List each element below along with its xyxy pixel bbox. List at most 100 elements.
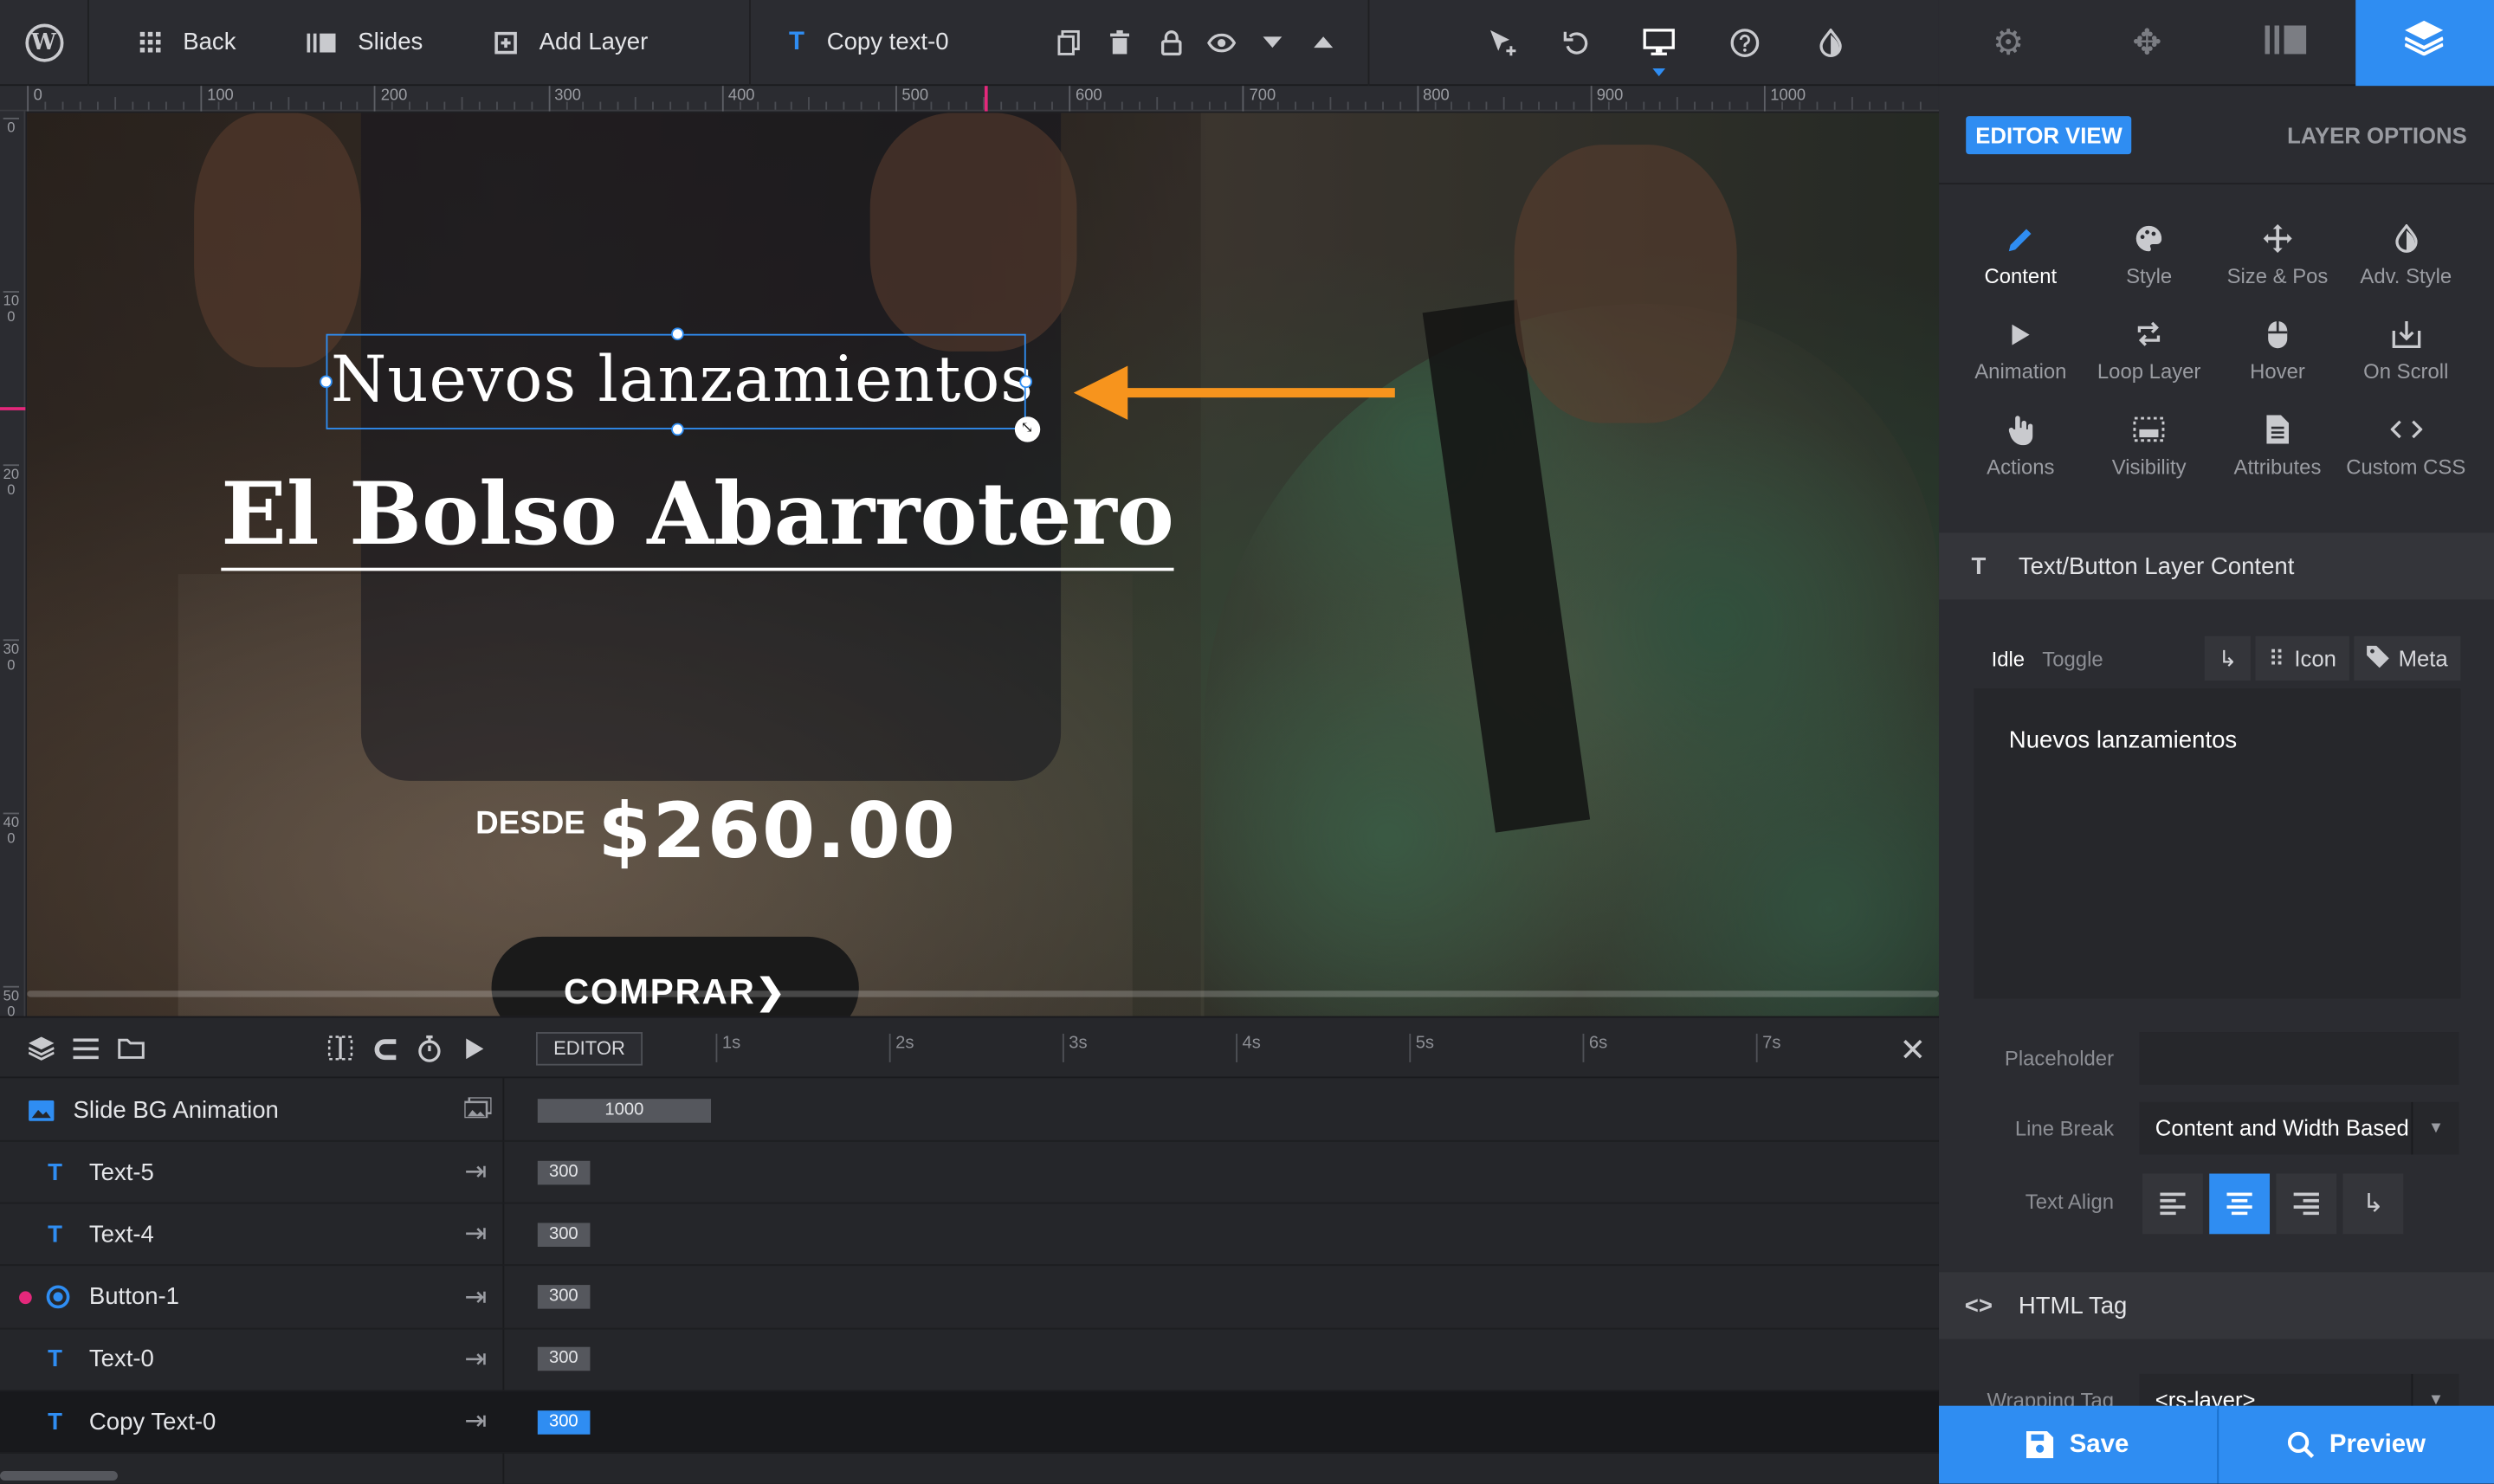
tab-navigation[interactable]: ✥ bbox=[2077, 0, 2216, 86]
timeline-row[interactable]: T Text-0 ⇥ 300 bbox=[0, 1329, 1939, 1391]
contrast-icon[interactable] bbox=[1789, 0, 1872, 85]
canvas-scrollbar[interactable] bbox=[27, 990, 1939, 1003]
tool-custom-css[interactable]: Custom CSS bbox=[2342, 397, 2470, 493]
timeline-duration-bar[interactable]: 300 bbox=[537, 1347, 590, 1371]
content-section-header[interactable]: T Text/Button Layer Content bbox=[1938, 532, 2494, 600]
end-time-icon[interactable]: ⇥ bbox=[464, 1157, 487, 1189]
snap-grid-icon[interactable] bbox=[318, 1018, 362, 1079]
tool-actions[interactable]: Actions bbox=[1956, 397, 2084, 493]
list-icon[interactable] bbox=[63, 1018, 107, 1079]
resize-corner-icon[interactable]: ⤡ bbox=[1014, 416, 1041, 442]
move-up-icon[interactable] bbox=[1298, 0, 1349, 85]
tool-hover[interactable]: Hover bbox=[2213, 302, 2342, 397]
save-button[interactable]: Save bbox=[1938, 1405, 2217, 1484]
folder-icon[interactable] bbox=[108, 1018, 152, 1079]
insert-meta-button[interactable]: Meta bbox=[2354, 636, 2461, 681]
align-left-button[interactable] bbox=[2142, 1173, 2203, 1235]
content-section-title: Text/Button Layer Content bbox=[2018, 552, 2295, 580]
ruler-minor-tick bbox=[513, 101, 515, 110]
close-timeline-icon[interactable]: ✕ bbox=[1899, 1030, 1926, 1070]
tool-adv-style[interactable]: Adv. Style bbox=[2342, 207, 2470, 302]
tool-on-scroll[interactable]: On Scroll bbox=[2342, 302, 2470, 397]
price-text-layer[interactable]: DESDE $260.00 bbox=[475, 787, 957, 876]
slide-canvas[interactable]: Nuevos lanzamientos ⤡ El Bolso Abarroter… bbox=[27, 113, 1939, 1016]
help-icon[interactable] bbox=[1700, 0, 1789, 85]
canvas-scroll-thumb[interactable] bbox=[27, 990, 1939, 997]
resize-handle-left[interactable] bbox=[320, 375, 333, 389]
tool-content[interactable]: Content bbox=[1956, 207, 2084, 302]
buy-button-layer[interactable]: COMPRAR❯ bbox=[491, 936, 859, 1016]
editor-tag[interactable]: EDITOR bbox=[535, 1032, 643, 1066]
timeline-row[interactable]: T Text-5 ⇥ 300 bbox=[0, 1142, 1939, 1204]
selected-text-layer[interactable]: Nuevos lanzamientos ⤡ bbox=[320, 327, 1041, 442]
tab-slides[interactable] bbox=[2216, 0, 2355, 86]
tool-size-pos[interactable]: Size & Pos bbox=[2213, 207, 2342, 302]
settings-tabs: ⚙ ✥ bbox=[1938, 0, 2494, 87]
layer-content-textarea[interactable]: Nuevos lanzamientos bbox=[1974, 688, 2461, 999]
layers-icon[interactable] bbox=[19, 1018, 63, 1079]
duplicate-icon[interactable] bbox=[1043, 0, 1095, 85]
end-time-icon[interactable]: ⇥ bbox=[464, 1219, 487, 1251]
timeline-duration-bar[interactable]: 300 bbox=[537, 1160, 590, 1184]
select-tool-icon[interactable] bbox=[1475, 0, 1535, 85]
tab-layers[interactable] bbox=[2355, 0, 2494, 87]
scroll-icon bbox=[2391, 315, 2420, 353]
slides-button[interactable]: Slides bbox=[307, 0, 494, 85]
lock-icon[interactable] bbox=[1145, 0, 1196, 85]
end-time-icon[interactable]: ⇥ bbox=[464, 1406, 487, 1438]
current-layer-selector[interactable]: T Copy text-0 bbox=[751, 0, 1043, 85]
resize-handle-bottom[interactable] bbox=[671, 423, 684, 436]
line-break-label: Line Break bbox=[2014, 1116, 2115, 1140]
desktop-view-icon[interactable] bbox=[1618, 0, 1701, 85]
tool-style[interactable]: Style bbox=[2085, 207, 2213, 302]
timeline-row[interactable]: T Text-4 ⇥ 300 bbox=[0, 1204, 1939, 1267]
preview-button[interactable]: Preview bbox=[2216, 1405, 2494, 1484]
tool-attributes[interactable]: Attributes bbox=[2213, 397, 2342, 493]
html-tag-section-header[interactable]: <> HTML Tag bbox=[1938, 1272, 2494, 1339]
ruler-minor-tick bbox=[1816, 101, 1818, 110]
layer-options-button[interactable]: LAYER OPTIONS bbox=[2287, 122, 2467, 147]
tab-settings[interactable]: ⚙ bbox=[1939, 0, 2077, 86]
end-time-icon[interactable]: ⇥ bbox=[464, 1281, 487, 1313]
state-toggle-tab[interactable]: Toggle bbox=[2042, 647, 2103, 671]
eye-icon[interactable] bbox=[1196, 0, 1247, 85]
placeholder-input[interactable] bbox=[2139, 1032, 2459, 1085]
ruler-minor-tick bbox=[339, 101, 342, 110]
editor-view-button[interactable]: EDITOR VIEW bbox=[1966, 116, 2132, 155]
timeline-scrollbar[interactable] bbox=[0, 1470, 118, 1481]
contrast-icon bbox=[2394, 219, 2417, 257]
timeline-row[interactable]: Button-1 ⇥ 300 bbox=[0, 1267, 1939, 1329]
line-break-select[interactable]: Content and Width Based ▼ bbox=[2139, 1101, 2459, 1155]
timeline-duration-bar[interactable]: 300 bbox=[537, 1223, 590, 1247]
line-break-insert-button[interactable]: ↳ bbox=[2204, 636, 2252, 681]
add-layer-button[interactable]: Add Layer bbox=[494, 0, 749, 85]
timeline-duration-bar[interactable]: 300 bbox=[537, 1285, 590, 1309]
timeline-row[interactable]: T Copy Text-0 ⇥ 300 bbox=[0, 1391, 1939, 1454]
ruler-minor-tick bbox=[878, 101, 880, 110]
align-inherit-button[interactable]: ↳ bbox=[2342, 1173, 2404, 1235]
timeline-row[interactable]: Slide BG Animation 1000 bbox=[0, 1080, 1939, 1142]
insert-icon-button[interactable]: ⠿ Icon bbox=[2255, 636, 2349, 681]
resize-handle-top[interactable] bbox=[671, 327, 684, 341]
back-button[interactable]: Back bbox=[89, 0, 307, 85]
timeline-duration-bar[interactable]: 300 bbox=[537, 1410, 590, 1434]
tool-animation[interactable]: Animation bbox=[1956, 302, 2084, 397]
play-icon[interactable] bbox=[452, 1018, 496, 1079]
align-center-button[interactable] bbox=[2209, 1173, 2271, 1235]
tool-visibility[interactable]: Visibility bbox=[2085, 397, 2213, 493]
tool-loop-layer[interactable]: Loop Layer bbox=[2085, 302, 2213, 397]
timeline-duration-bar[interactable]: 1000 bbox=[537, 1098, 712, 1122]
wordpress-logo-button[interactable]: W bbox=[0, 0, 89, 86]
background-image-icon[interactable] bbox=[463, 1096, 493, 1122]
stopwatch-icon[interactable] bbox=[407, 1018, 451, 1079]
magnet-icon[interactable] bbox=[363, 1018, 407, 1079]
end-time-icon[interactable]: ⇥ bbox=[464, 1344, 487, 1376]
move-down-icon[interactable] bbox=[1247, 0, 1298, 85]
undo-icon[interactable] bbox=[1535, 0, 1618, 85]
trash-icon[interactable] bbox=[1095, 0, 1146, 85]
heading-text-layer[interactable]: El Bolso Abarrotero bbox=[221, 466, 1174, 571]
state-idle-tab[interactable]: Idle bbox=[1992, 647, 2026, 671]
align-right-button[interactable] bbox=[2276, 1173, 2337, 1235]
tool-label: Animation bbox=[1974, 359, 2067, 384]
layer-name: Text-0 bbox=[88, 1345, 154, 1373]
